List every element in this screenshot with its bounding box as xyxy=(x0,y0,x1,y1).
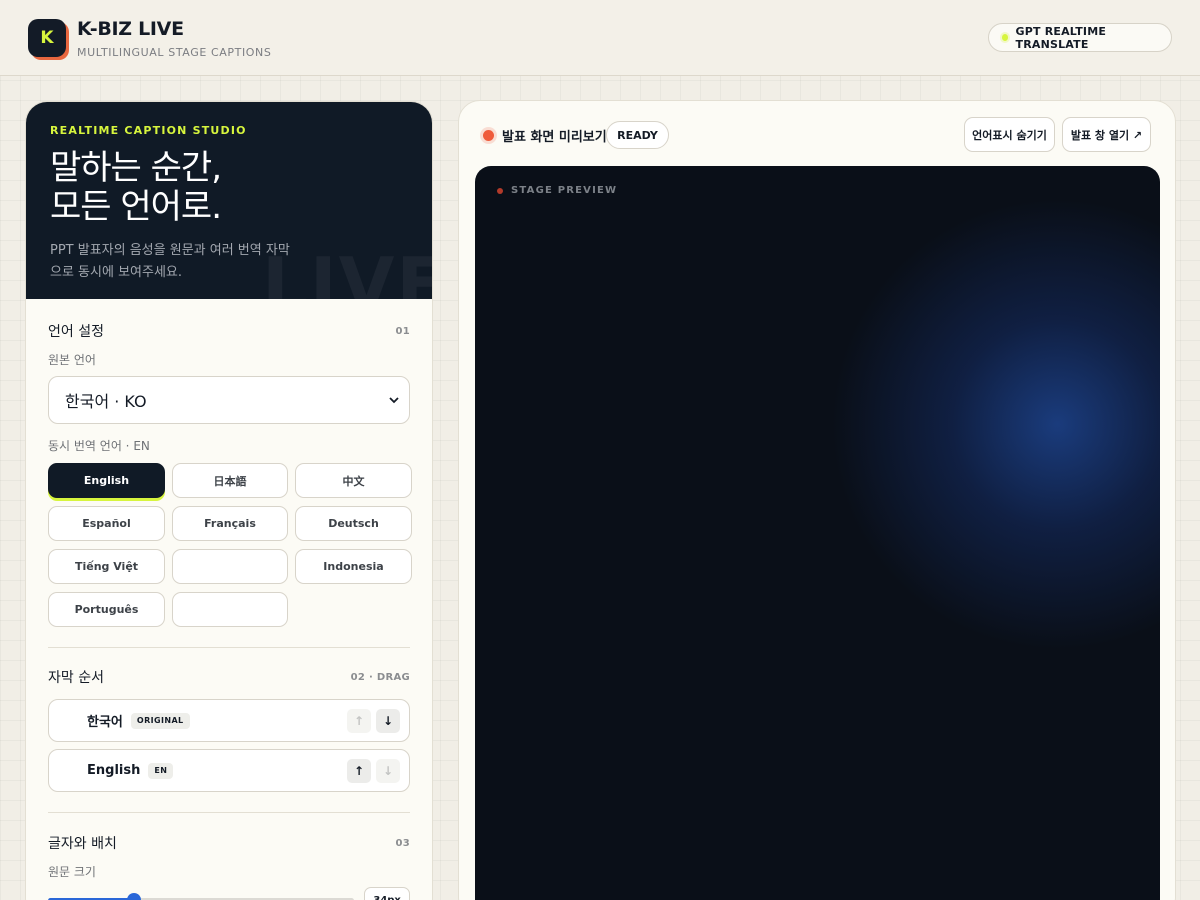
language-option-japanese[interactable]: 日本語 xyxy=(172,463,288,498)
top-bar: K K-BIZ LIVE MULTILINGUAL STAGE CAPTIONS… xyxy=(0,0,1200,76)
caption-tag: EN xyxy=(148,762,174,779)
status-badge: READY xyxy=(606,121,669,149)
chevron-down-icon xyxy=(389,393,399,407)
move-down-icon[interactable]: ↓ xyxy=(376,709,400,733)
slider-thumb[interactable] xyxy=(126,892,141,900)
realtime-translate-badge: GPT REALTIME TRANSLATE xyxy=(988,23,1172,52)
section-header: 자막 순서 02 · DRAG xyxy=(48,667,410,687)
source-language-label: 원본 언어 xyxy=(48,353,96,367)
language-option-blank-1[interactable] xyxy=(172,549,288,584)
hero-description: PPT 발표자의 음성을 원문과 여러 번역 자막으로 동시에 보여주세요. xyxy=(50,243,290,280)
app-subtitle: MULTILINGUAL STAGE CAPTIONS xyxy=(77,46,272,59)
open-presentation-button[interactable]: 발표 창 열기 ↗ xyxy=(1062,117,1151,152)
caption-tag: ORIGINAL xyxy=(130,712,190,729)
order-arrows: ↑ ↓ xyxy=(347,709,400,733)
hero-watermark: LIVE xyxy=(262,242,432,299)
hero-section: LIVE REALTIME CAPTION STUDIO 말하는 순간, 모든 … xyxy=(26,102,432,299)
language-grid: English 日本語 中文 Español Français Deutsch … xyxy=(48,463,412,627)
font-size-slider-row: 34px xyxy=(48,887,410,900)
caption-order-label: English xyxy=(87,763,141,778)
badge-label: GPT REALTIME TRANSLATE xyxy=(1015,24,1107,51)
caption-order-label: 한국어 xyxy=(87,715,123,730)
language-settings-section: 언어 설정 01 원본 언어 한국어 · KO 동시 번역 언어 · EN En… xyxy=(26,299,432,627)
language-option-blank-2[interactable] xyxy=(172,592,288,627)
language-option-german[interactable]: Deutsch xyxy=(295,506,412,541)
order-arrows: ↑ ↓ xyxy=(347,759,400,783)
section-header: 글자와 배치 03 xyxy=(48,833,410,853)
stage-label-text: STAGE PREVIEW xyxy=(511,185,618,196)
caption-order-section: 자막 순서 02 · DRAG 한국어 ORIGINAL ↑ ↓ English… xyxy=(26,648,432,792)
source-language-select[interactable]: 한국어 · KO xyxy=(48,376,410,424)
hide-language-button[interactable]: 언어표시 숨기기 xyxy=(964,117,1055,152)
target-language-label: 동시 번역 언어 · EN xyxy=(48,439,150,453)
hero-title: 말하는 순간, 모든 언어로. xyxy=(50,148,222,227)
section-number: 03 xyxy=(395,837,410,849)
language-option-vietnamese[interactable]: Tiếng Việt xyxy=(48,549,165,584)
status-dot-icon xyxy=(1002,34,1009,41)
stage-label: STAGE PREVIEW xyxy=(497,185,617,196)
move-down-icon[interactable]: ↓ xyxy=(376,759,400,783)
language-option-french[interactable]: Français xyxy=(172,506,288,541)
settings-panel: LIVE REALTIME CAPTION STUDIO 말하는 순간, 모든 … xyxy=(25,101,433,900)
section-header: 언어 설정 01 xyxy=(48,321,410,341)
move-up-icon[interactable]: ↑ xyxy=(347,759,371,783)
stage-dot-icon xyxy=(497,187,503,194)
font-size-label: 원문 크기 xyxy=(48,865,96,879)
app-logo: K xyxy=(28,19,66,57)
language-option-chinese[interactable]: 中文 xyxy=(295,463,412,498)
language-option-spanish[interactable]: Español xyxy=(48,506,165,541)
language-option-english[interactable]: English xyxy=(48,463,165,498)
source-language-value: 한국어 · KO xyxy=(65,392,147,411)
hero-kicker: REALTIME CAPTION STUDIO xyxy=(50,124,247,137)
recording-dot-icon xyxy=(483,130,494,141)
preview-panel: 발표 화면 미리보기 READY 언어표시 숨기기 발표 창 열기 ↗ STAG… xyxy=(458,100,1176,900)
section-number: 01 xyxy=(395,325,410,337)
section-title: 언어 설정 xyxy=(48,324,104,340)
logo-letter: K xyxy=(40,28,54,48)
move-up-icon[interactable]: ↑ xyxy=(347,709,371,733)
preview-title: 발표 화면 미리보기 xyxy=(502,130,607,145)
section-title: 자막 순서 xyxy=(48,670,104,686)
language-option-portuguese[interactable]: Português xyxy=(48,592,165,627)
caption-order-item-english[interactable]: English EN ↑ ↓ xyxy=(48,749,410,792)
caption-order-item-korean[interactable]: 한국어 ORIGINAL ↑ ↓ xyxy=(48,699,410,742)
section-number: 02 · DRAG xyxy=(350,671,410,683)
font-size-value: 34px xyxy=(364,887,410,900)
stage-preview: STAGE PREVIEW xyxy=(475,166,1160,900)
language-option-indonesian[interactable]: Indonesia xyxy=(295,549,412,584)
typography-section: 글자와 배치 03 원문 크기 34px xyxy=(26,813,432,900)
section-title: 글자와 배치 xyxy=(48,836,117,852)
app-title: K-BIZ LIVE xyxy=(77,18,184,40)
